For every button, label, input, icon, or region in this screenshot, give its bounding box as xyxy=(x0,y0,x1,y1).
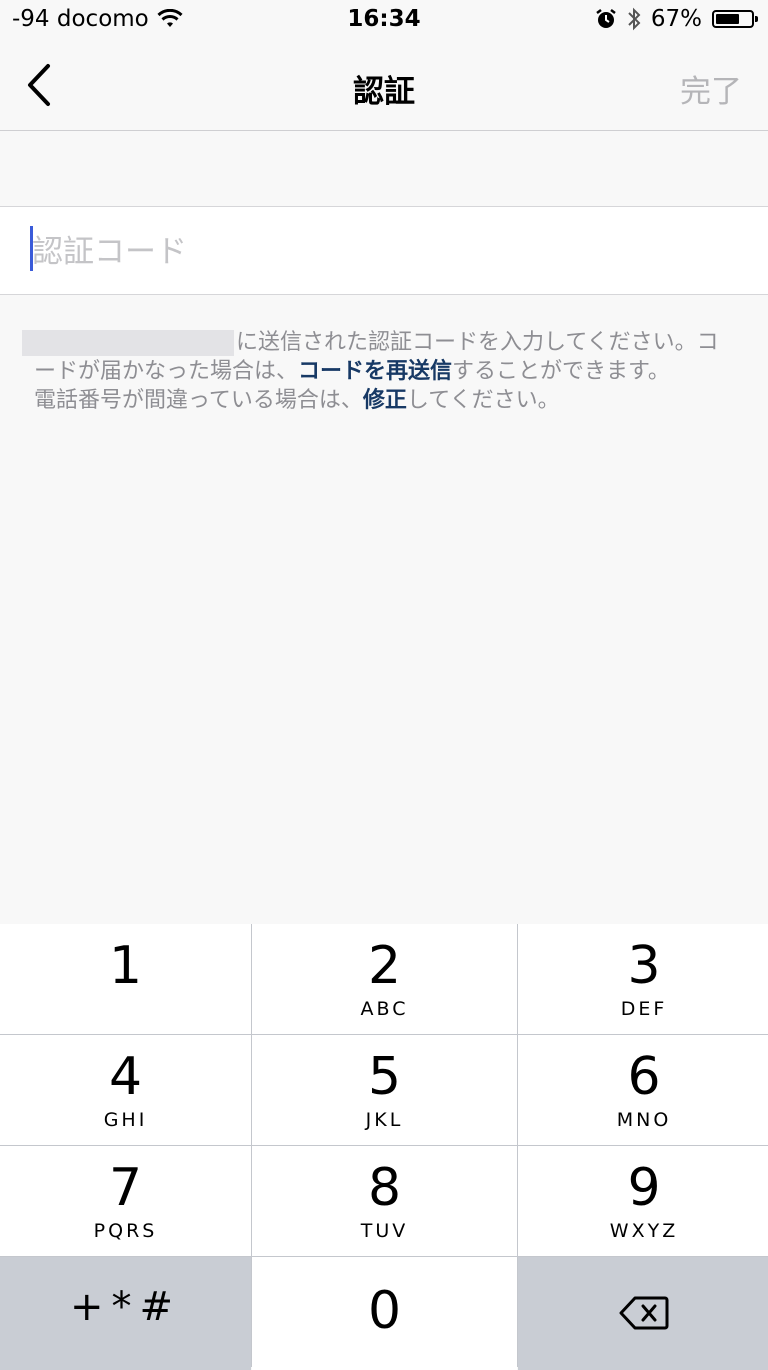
instructions-text-3: 電話番号が間違っている場合は、 xyxy=(34,388,363,413)
key-letters: ABC xyxy=(360,998,409,1020)
key-5[interactable]: 5 JKL xyxy=(252,1035,517,1145)
instructions-line-1: に送信された認証コードを入力してください。コードが届かなった場合は、コードを再送… xyxy=(22,328,734,386)
key-7[interactable]: 7 PQRS xyxy=(0,1146,251,1256)
key-digit: 7 xyxy=(108,1158,143,1218)
alarm-icon xyxy=(596,9,616,28)
key-4[interactable]: 4 GHI xyxy=(0,1035,251,1145)
verification-code-input[interactable] xyxy=(30,225,734,279)
key-digit: 2 xyxy=(367,936,402,996)
key-3[interactable]: 3 DEF xyxy=(518,924,768,1034)
status-bar: -94 docomo 16:34 67% xyxy=(0,0,768,42)
key-1[interactable]: 1 xyxy=(0,924,251,1034)
key-9[interactable]: 9 WXYZ xyxy=(518,1146,768,1256)
key-digit: 1 xyxy=(108,936,143,996)
instructions-text: に送信された認証コードを入力してください。コードが届かなった場合は、コードを再送… xyxy=(22,328,734,415)
resend-code-link[interactable]: コードを再送信 xyxy=(298,359,452,384)
key-digit: 8 xyxy=(367,1158,402,1218)
backspace-icon xyxy=(619,1296,669,1330)
bluetooth-icon xyxy=(628,7,641,31)
delete-key[interactable] xyxy=(518,1257,768,1370)
redacted-phone-number xyxy=(22,330,234,356)
instructions-text-4: してください。 xyxy=(406,388,560,413)
key-6[interactable]: 6 MNO xyxy=(518,1035,768,1145)
key-letters: DEF xyxy=(620,998,668,1020)
key-digit: 0 xyxy=(367,1281,402,1341)
numeric-keypad: 1 2 ABC 3 DEF 4 GHI 5 JKL 6 MNO 7 PQRS 8 TUV 9W… xyxy=(0,924,768,1370)
fix-number-link[interactable]: 修正 xyxy=(363,388,407,413)
key-letters: JKL xyxy=(365,1109,404,1131)
key-letters: PQRS xyxy=(93,1220,158,1242)
key-digit: 9 xyxy=(627,1158,661,1218)
instructions-line-2: 電話番号が間違っている場合は、修正してください。 xyxy=(34,386,734,415)
battery-fill xyxy=(716,14,739,24)
key-digit: 6 xyxy=(627,1047,661,1107)
battery-percent: 67% xyxy=(650,6,702,32)
instructions-text-2: することができます。 xyxy=(452,359,670,384)
symbols-key[interactable]: +*# xyxy=(0,1257,251,1370)
key-digit: 4 xyxy=(108,1047,143,1107)
status-right: 67% xyxy=(595,6,758,32)
key-letters: TUV xyxy=(360,1220,409,1242)
key-letters: WXYZ xyxy=(609,1220,679,1242)
key-digit: 5 xyxy=(367,1047,402,1107)
key-digit: 3 xyxy=(627,936,661,996)
key-0[interactable]: 0 xyxy=(252,1257,517,1370)
battery-icon xyxy=(712,10,758,28)
nav-bar: 認証 完了 xyxy=(0,42,768,131)
page-title: 認証 xyxy=(353,74,415,110)
key-letters: MNO xyxy=(616,1109,672,1131)
verification-code-row xyxy=(0,206,768,295)
done-button[interactable]: 完了 xyxy=(680,66,742,111)
key-2[interactable]: 2 ABC xyxy=(252,924,517,1034)
key-letters: GHI xyxy=(103,1109,148,1131)
key-8[interactable]: 8 TUV xyxy=(252,1146,517,1256)
text-cursor xyxy=(30,226,33,271)
symbols-label: +*# xyxy=(69,1284,182,1330)
